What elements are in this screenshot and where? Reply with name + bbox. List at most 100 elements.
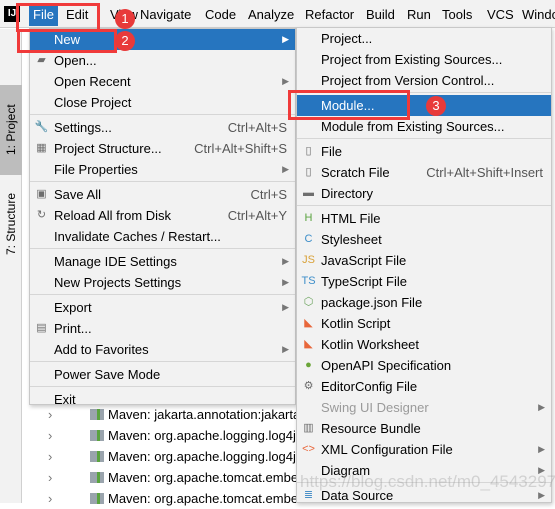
menu-tools[interactable]: Tools: [438, 4, 476, 26]
menu-item-label: Open Recent: [54, 74, 131, 89]
library-icon: [90, 493, 104, 504]
menu-item-label: Kotlin Worksheet: [321, 337, 420, 352]
menu-item-label: New Projects Settings: [54, 275, 182, 290]
submenu-arrow-icon: ▶: [282, 277, 289, 287]
menu-item-label: Project from Existing Sources...: [321, 52, 503, 67]
annotation-number-2: 2: [115, 31, 135, 51]
menu-item-label: Power Save Mode: [54, 367, 161, 382]
menu-window[interactable]: Window: [518, 4, 555, 26]
shortcut-label: Ctrl+Alt+Y: [227, 208, 287, 223]
new-menu-item[interactable]: H HTML File: [297, 208, 551, 229]
new-menu-item[interactable]: JS JavaScript File: [297, 250, 551, 271]
file-menu-item[interactable]: 🔧 Settings... Ctrl+Alt+S: [30, 117, 295, 138]
menu-item-label: Export: [54, 300, 92, 315]
tool-window-strip: 1: Project 7: Structure: [0, 29, 22, 503]
tab-structure[interactable]: 7: Structure: [0, 179, 22, 269]
menu-item-label: Project Structure...: [54, 141, 162, 156]
tree-row[interactable]: › Maven: org.apache.logging.log4j:log4j-a…: [22, 425, 302, 446]
chevron-right-icon: ›: [48, 449, 53, 464]
file-menu-item[interactable]: ▦ Project Structure... Ctrl+Alt+Shift+S: [30, 138, 295, 159]
file-menu-item[interactable]: Power Save Mode: [30, 364, 295, 385]
menu-item-label: Resource Bundle: [321, 421, 421, 436]
chevron-right-icon: ›: [48, 470, 53, 485]
menu-refactor[interactable]: Refactor: [301, 4, 358, 26]
menu-item-label: package.json File: [321, 295, 423, 310]
menu-item-label: TypeScript File: [321, 274, 407, 289]
menu-navigate[interactable]: Navigate: [136, 4, 195, 26]
menu-analyze[interactable]: Analyze: [244, 4, 298, 26]
chevron-right-icon: ›: [48, 428, 53, 443]
menu-item-label: Project from Version Control...: [321, 73, 495, 88]
menu-item-label: Project...: [321, 31, 373, 46]
new-menu-item[interactable]: <> XML Configuration File ▶: [297, 439, 551, 460]
annotation-box-module: [288, 90, 410, 120]
html-file-icon: H: [304, 212, 313, 224]
menu-item-label: Swing UI Designer: [321, 400, 429, 415]
resource-bundle-icon: ▥: [303, 422, 314, 434]
scratch-file-icon: ▯: [305, 166, 312, 178]
openapi-icon: ●: [305, 359, 312, 371]
gear-icon: ⚙: [303, 380, 314, 392]
menu-build[interactable]: Build: [362, 4, 399, 26]
file-menu-item[interactable]: File Properties ▶: [30, 159, 295, 180]
new-menu-item[interactable]: Project...: [297, 28, 551, 49]
tree-label: Maven: org.apache.tomcat.embed:tomcat-em…: [108, 470, 302, 485]
new-menu-item[interactable]: ▬ Directory: [297, 183, 551, 204]
new-menu-item[interactable]: ● OpenAPI Specification: [297, 355, 551, 376]
new-menu-item[interactable]: ◣ Kotlin Script: [297, 313, 551, 334]
kotlin-icon: ◣: [304, 317, 313, 329]
menu-code[interactable]: Code: [201, 4, 240, 26]
new-menu-item[interactable]: Project from Existing Sources...: [297, 49, 551, 70]
new-menu-item[interactable]: TS TypeScript File: [297, 271, 551, 292]
annotation-number-1: 1: [115, 9, 135, 29]
file-menu-item[interactable]: Manage IDE Settings ▶: [30, 251, 295, 272]
project-structure-icon: ▦: [36, 142, 47, 154]
file-menu-item[interactable]: Exit: [30, 389, 295, 410]
file-menu-item[interactable]: Add to Favorites ▶: [30, 339, 295, 360]
menu-vcs[interactable]: VCS: [483, 4, 518, 26]
file-menu-item[interactable]: Close Project: [30, 92, 295, 113]
new-menu-item[interactable]: ⚙ EditorConfig File: [297, 376, 551, 397]
file-menu-item[interactable]: ▣ Save All Ctrl+S: [30, 184, 295, 205]
menu-item-label: JavaScript File: [321, 253, 407, 268]
new-menu-item: Swing UI Designer ▶: [297, 397, 551, 418]
menu-item-label: Open...: [54, 53, 97, 68]
file-menu-item[interactable]: Invalidate Caches / Restart...: [30, 226, 295, 247]
file-menu-item[interactable]: Open Recent ▶: [30, 71, 295, 92]
nodejs-icon: ⬡: [303, 296, 314, 308]
tree-label: Maven: org.apache.logging.log4j:log4j-to…: [108, 449, 302, 464]
tree-row[interactable]: › Maven: org.apache.logging.log4j:log4j-t…: [22, 446, 302, 467]
new-menu-item[interactable]: ▥ Resource Bundle: [297, 418, 551, 439]
new-menu-item[interactable]: ◣ Kotlin Worksheet: [297, 334, 551, 355]
new-menu-item[interactable]: C Stylesheet: [297, 229, 551, 250]
submenu-arrow-icon: ▶: [282, 164, 289, 174]
submenu-arrow-icon: ▶: [282, 34, 289, 44]
new-menu-item[interactable]: ▯ File: [297, 141, 551, 162]
file-menu-item[interactable]: Export ▶: [30, 297, 295, 318]
file-menu-item[interactable]: ▰ Open...: [30, 50, 295, 71]
menu-item-label: Close Project: [54, 95, 132, 110]
chevron-right-icon: ›: [48, 491, 53, 506]
file-menu-item[interactable]: ↻ Reload All from Disk Ctrl+Alt+Y: [30, 205, 295, 226]
new-menu-item[interactable]: ▯ Scratch File Ctrl+Alt+Shift+Insert: [297, 162, 551, 183]
menu-item-label: Reload All from Disk: [54, 208, 172, 223]
library-icon: [90, 430, 104, 441]
new-menu-item[interactable]: Project from Version Control...: [297, 70, 551, 91]
tree-row[interactable]: › Maven: org.apache.tomcat.embed:tomcat-e…: [22, 488, 302, 509]
directory-icon: ▬: [303, 187, 314, 199]
new-menu-item[interactable]: ⬡ package.json File: [297, 292, 551, 313]
menu-item-label: Module from Existing Sources...: [321, 119, 505, 134]
submenu-arrow-icon: ▶: [282, 256, 289, 266]
shortcut-label: Ctrl+Alt+Shift+Insert: [426, 165, 543, 180]
file-menu-item[interactable]: ▤ Print...: [30, 318, 295, 339]
tree-row[interactable]: › Maven: org.apache.tomcat.embed:tomcat-e…: [22, 467, 302, 488]
annotation-number-3: 3: [426, 96, 446, 116]
file-menu-item[interactable]: New Projects Settings ▶: [30, 272, 295, 293]
js-file-icon: JS: [302, 254, 315, 266]
menu-run[interactable]: Run: [403, 4, 435, 26]
library-icon: [90, 472, 104, 483]
menu-item-label: Exit: [54, 392, 76, 407]
tab-project[interactable]: 1: Project: [0, 85, 22, 175]
file-menu: New ▶ ▰ Open... Open Recent ▶ Close Project 🔧 Se…: [29, 28, 296, 407]
submenu-arrow-icon: ▶: [282, 344, 289, 354]
